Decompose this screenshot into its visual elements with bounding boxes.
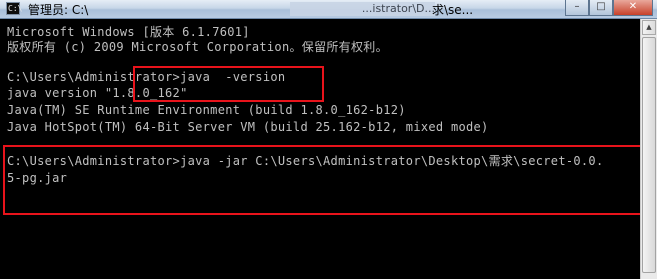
title-bar[interactable]: C:\ 管理员: C:\ ...istrator\D... 求\se... – … [0,0,657,19]
console-line: 5-pg.jar [7,171,68,185]
console-line: java version "1.8.0_162" [7,86,188,100]
maximize-button[interactable]: □ [589,0,613,16]
scrollbar-thumb[interactable] [642,37,656,273]
console-line: Microsoft Windows [版本 6.1.7601] [7,25,250,39]
window-title-obscured: ...istrator\D... [290,2,435,16]
console-window: C:\ 管理员: C:\ ...istrator\D... 求\se... – … [0,0,657,279]
minimize-icon: – [574,1,580,12]
console-line: Java(TM) SE Runtime Environment (build 1… [7,103,406,117]
cmd-icon[interactable]: C:\ [6,2,22,15]
console-line: C:\Users\Administrator>java -version [7,70,286,84]
scroll-up-icon[interactable]: ▲ [642,20,656,35]
close-icon: ✕ [628,1,638,12]
close-button[interactable]: ✕ [613,0,653,16]
maximize-icon: □ [596,1,606,12]
minimize-button[interactable]: – [565,0,589,16]
vertical-scrollbar[interactable]: ▲ [640,19,657,279]
console-line: Java HotSpot(TM) 64-Bit Server VM (build… [7,120,489,134]
window-title: 管理员: C:\ [28,3,89,17]
window-controls: – □ ✕ [565,0,653,17]
console-line: 版权所有 (c) 2009 Microsoft Corporation。保留所有… [7,40,388,54]
console-output[interactable]: Microsoft Windows [版本 6.1.7601] 版权所有 (c)… [0,19,640,279]
console-line: C:\Users\Administrator>java -jar C:\User… [7,154,604,168]
window-title-tail: 求\se... [432,3,474,17]
